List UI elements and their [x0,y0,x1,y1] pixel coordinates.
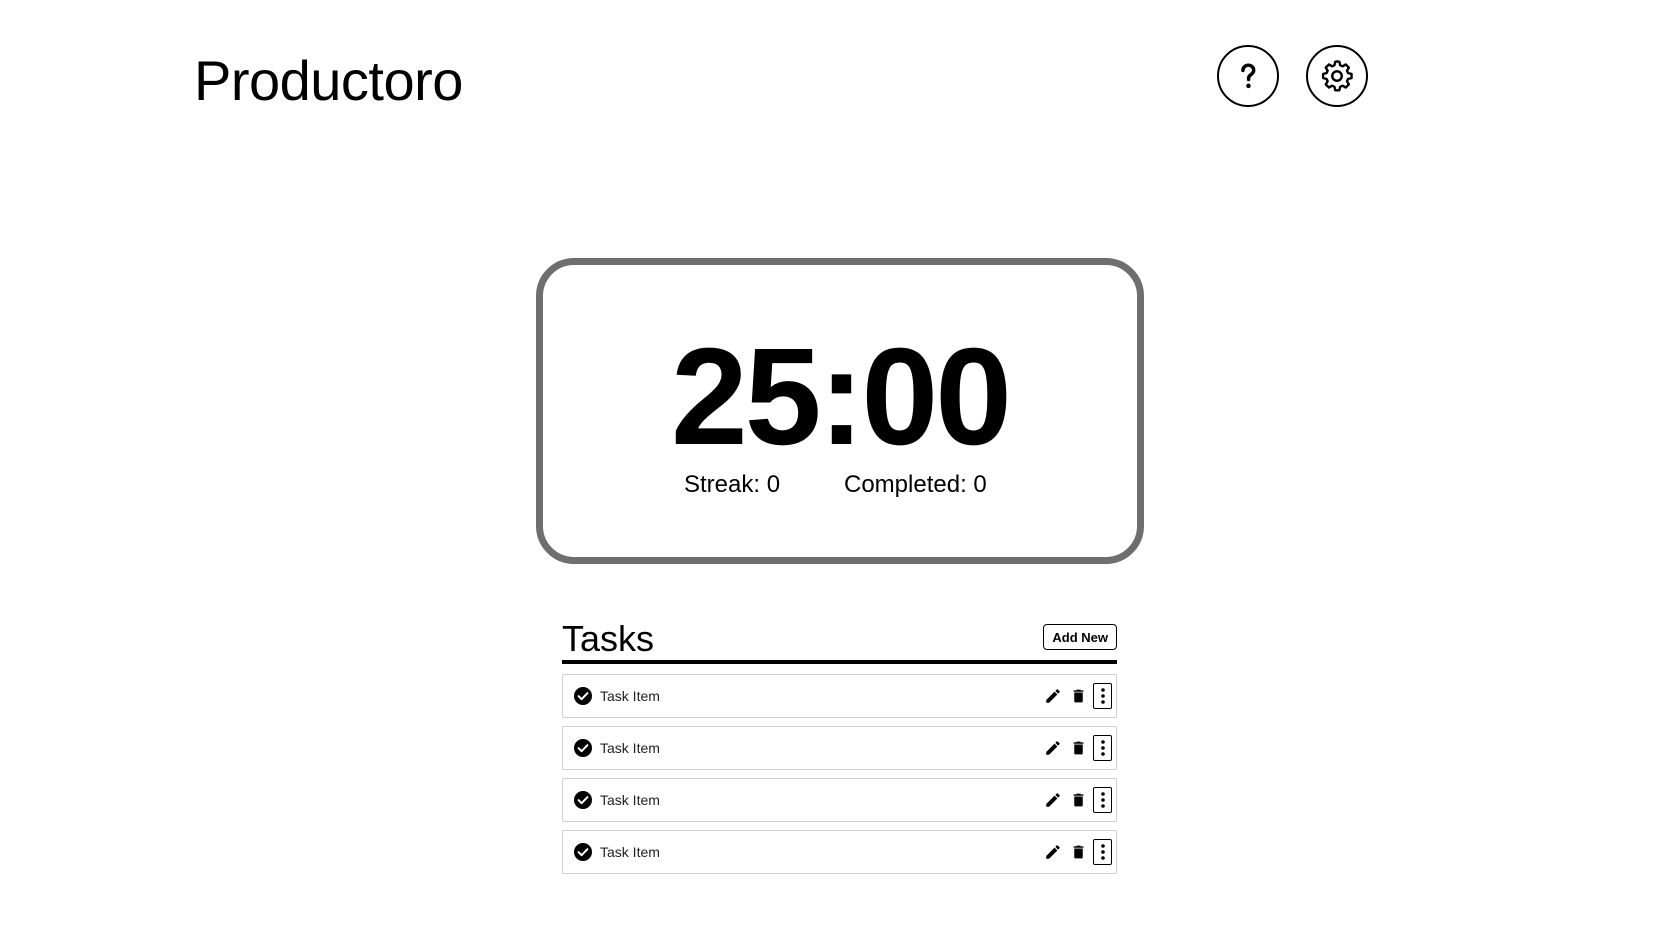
more-vertical-icon[interactable] [1093,787,1112,813]
task-actions [1043,787,1112,813]
app-title: Productoro [194,49,463,112]
trash-icon[interactable] [1068,738,1088,758]
completed-counter: Completed: 0 [844,471,987,498]
tasks-title: Tasks [562,618,655,659]
timer-card: 25:00 Streak: 0 Completed: 0 [536,258,1144,564]
task-label: Task Item [600,792,660,808]
page: Productoro 25:00 Streak: 0 Completed: 0 … [0,0,1672,944]
trash-icon[interactable] [1068,686,1088,706]
task-actions [1043,683,1112,709]
check-circle-icon[interactable] [573,738,593,758]
settings-button[interactable] [1306,45,1368,107]
pencil-icon[interactable] [1043,686,1063,706]
trash-icon[interactable] [1068,790,1088,810]
task-list: Task Item Task Item Task Item Task Item [562,674,1117,874]
more-vertical-icon[interactable] [1093,683,1112,709]
task-label: Task Item [600,844,660,860]
check-circle-icon[interactable] [573,790,593,810]
check-circle-icon[interactable] [573,842,593,862]
help-question-icon [1241,63,1256,89]
task-actions [1043,839,1112,865]
trash-icon[interactable] [1068,842,1088,862]
pencil-icon[interactable] [1043,842,1063,862]
more-vertical-icon[interactable] [1093,839,1112,865]
timer-display: 25:00 [671,320,1012,474]
pencil-icon[interactable] [1043,738,1063,758]
streak-counter: Streak: 0 [684,471,781,498]
add-new-task-button[interactable]: Add New [1043,624,1117,650]
task-row[interactable]: Task Item [562,674,1117,718]
help-button[interactable] [1217,45,1279,107]
task-label: Task Item [600,740,660,756]
task-actions [1043,735,1112,761]
task-row[interactable]: Task Item [562,778,1117,822]
tasks-section: Tasks Add New Task Item Task Item Task I… [562,618,1117,882]
task-row[interactable]: Task Item [562,726,1117,770]
check-circle-icon[interactable] [573,686,593,706]
tasks-header: Tasks Add New [562,618,1117,664]
task-row[interactable]: Task Item [562,830,1117,874]
gear-icon [1321,60,1353,92]
pencil-icon[interactable] [1043,790,1063,810]
more-vertical-icon[interactable] [1093,735,1112,761]
task-label: Task Item [600,688,660,704]
